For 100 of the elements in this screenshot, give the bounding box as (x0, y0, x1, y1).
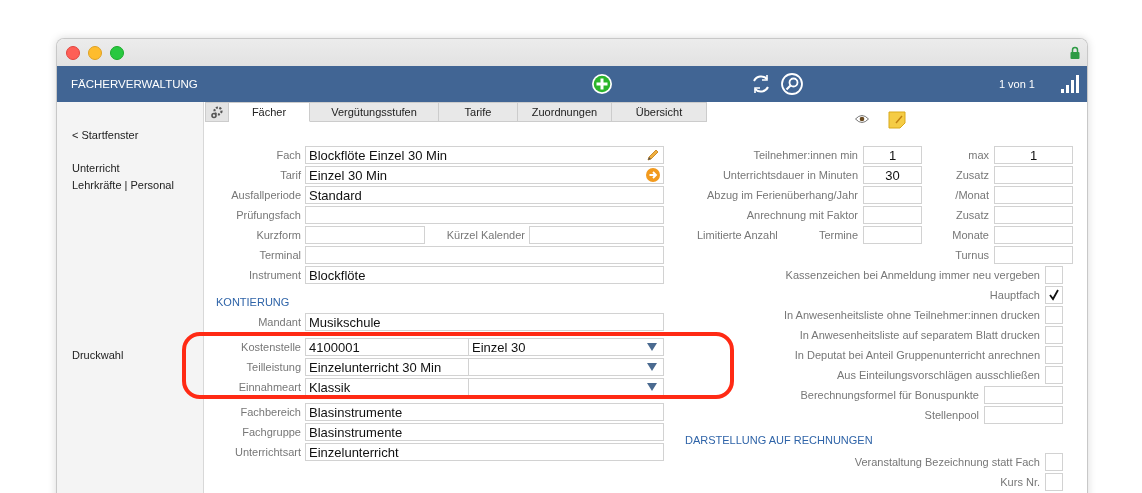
field-label: Zusatz (955, 209, 989, 221)
dropdown-caret-icon[interactable] (647, 343, 657, 351)
checkbox[interactable] (1045, 266, 1063, 284)
text-field[interactable]: Blasinstrumente (305, 403, 664, 421)
checkbox[interactable] (1045, 306, 1063, 324)
text-field[interactable]: Blockflöte Einzel 30 Min (305, 146, 664, 164)
module-title: FÄCHERVERWALTUNG (71, 78, 199, 90)
field-label: Zusatz (955, 169, 989, 181)
field-label: Monate (951, 229, 989, 241)
dropdown-field[interactable]: 4100001 Einzel 30 (305, 338, 664, 356)
bar-chart-icon[interactable] (1061, 75, 1079, 93)
field-label: Abzug im Ferienüberhang/Jahr (705, 189, 858, 201)
number-field[interactable] (863, 226, 922, 244)
text-field[interactable]: Einzelunterricht (305, 443, 664, 461)
field-label: Instrument (248, 269, 301, 281)
checkbox[interactable] (1045, 326, 1063, 344)
tab[interactable]: Vergütungsstufen (310, 102, 439, 122)
field-label: Fachbereich (239, 406, 301, 418)
field-label: Turnus (954, 249, 989, 261)
number-field[interactable]: 1 (863, 146, 922, 164)
add-icon[interactable] (591, 73, 613, 95)
close-icon[interactable] (66, 45, 80, 60)
text-field[interactable] (305, 246, 664, 264)
settings-icon[interactable] (205, 102, 229, 122)
number-field[interactable] (994, 226, 1073, 244)
checkbox[interactable] (1045, 366, 1063, 384)
checkbox[interactable] (1045, 286, 1063, 304)
field-label: Kürzel Kalender (445, 229, 525, 241)
number-field[interactable]: 1 (994, 146, 1073, 164)
field-label: max (967, 149, 989, 161)
lock-icon (1070, 46, 1080, 59)
tab[interactable]: Fächer (229, 102, 310, 122)
checkbox[interactable] (1045, 453, 1063, 471)
sidebar-link[interactable]: Lehrkräfte | Personal (72, 179, 203, 191)
field-label: /Monat (954, 189, 989, 201)
field-label: Teilleistung (245, 361, 301, 373)
text-field[interactable]: Blasinstrumente (305, 423, 664, 441)
text-field[interactable]: Musikschule (305, 313, 664, 331)
option-label: In Anwesenheitsliste ohne Teilnehmer:innen drucken (783, 309, 1040, 321)
number-field[interactable] (994, 166, 1073, 184)
field-label: Termine (818, 229, 858, 241)
text-field[interactable]: Blockflöte (305, 266, 664, 284)
field-label: Prüfungsfach (235, 209, 301, 221)
arrow-right-circle-icon[interactable] (646, 168, 660, 182)
text-field[interactable] (529, 226, 664, 244)
dropdown-caret-icon[interactable] (647, 383, 657, 391)
sticky-note-icon[interactable] (888, 111, 906, 129)
minimize-icon[interactable] (88, 45, 102, 60)
refresh-icon[interactable] (750, 73, 772, 95)
option-label: Veranstaltung Bezeichnung statt Fach (854, 456, 1040, 468)
field-label: Unterrichtsdauer in Minuten (721, 169, 858, 181)
dropdown-field[interactable]: Klassik (305, 378, 664, 396)
number-field[interactable] (994, 186, 1073, 204)
search-icon[interactable] (781, 73, 803, 95)
field-label: Stellenpool (924, 409, 979, 421)
number-field[interactable] (994, 206, 1073, 224)
sidebar-link[interactable]: Unterricht (72, 162, 203, 174)
text-field[interactable]: Einzel 30 Min (305, 166, 664, 184)
section-heading: KONTIERUNG (216, 296, 291, 310)
field-label: Fach (275, 149, 301, 161)
field-label: Fachgruppe (241, 426, 301, 438)
field-label: Unterrichtsart (233, 446, 301, 458)
record-counter: 1 von 1 (998, 78, 1035, 90)
dropdown-caret-icon[interactable] (647, 363, 657, 371)
section-heading: DARSTELLUNG AUF RECHNUNGEN (685, 434, 874, 448)
field-label: Ausfallperiode (230, 189, 301, 201)
field-label: Einnahmeart (237, 381, 301, 393)
option-label: Aus Einteilungsvorschlägen ausschließen (837, 369, 1040, 381)
tab[interactable]: Übersicht (612, 102, 707, 122)
field-label: Kostenstelle (240, 341, 301, 353)
option-label: In Anwesenheitsliste auf separatem Blatt drucken (799, 329, 1040, 341)
number-field[interactable] (863, 206, 922, 224)
option-label: Kurs Nr. (1000, 476, 1040, 488)
option-label: Hauptfach (989, 289, 1040, 301)
field-label: Limitierte Anzahl (697, 229, 778, 241)
option-label: Kassenzeichen bei Anmeldung immer neu vergeben (785, 269, 1040, 281)
text-field[interactable] (984, 386, 1063, 404)
text-field[interactable]: Standard (305, 186, 664, 204)
text-field[interactable] (305, 206, 664, 224)
tab[interactable]: Zuordnungen (518, 102, 612, 122)
field-label: Teilnehmer:innen min (752, 149, 858, 161)
pencil-icon[interactable] (646, 148, 660, 162)
option-label: In Deputat bei Anteil Gruppenunterricht anrechnen (794, 349, 1040, 361)
field-label: Kurzform (255, 229, 301, 241)
eye-icon[interactable] (855, 114, 869, 124)
text-field[interactable] (984, 406, 1063, 424)
field-label: Terminal (258, 249, 301, 261)
number-field[interactable] (863, 186, 922, 204)
print-link[interactable]: Druckwahl (72, 349, 203, 361)
maximize-icon[interactable] (110, 45, 124, 60)
tab[interactable]: Tarife (439, 102, 518, 122)
field-label: Tarif (279, 169, 301, 181)
checkbox[interactable] (1045, 346, 1063, 364)
text-field[interactable] (305, 226, 425, 244)
back-link[interactable]: < Startfenster (72, 129, 203, 141)
number-field[interactable]: 30 (863, 166, 922, 184)
field-label: Mandant (257, 316, 301, 328)
checkbox[interactable] (1045, 473, 1063, 491)
dropdown-field[interactable]: Einzelunterricht 30 Min (305, 358, 664, 376)
number-field[interactable] (994, 246, 1073, 264)
